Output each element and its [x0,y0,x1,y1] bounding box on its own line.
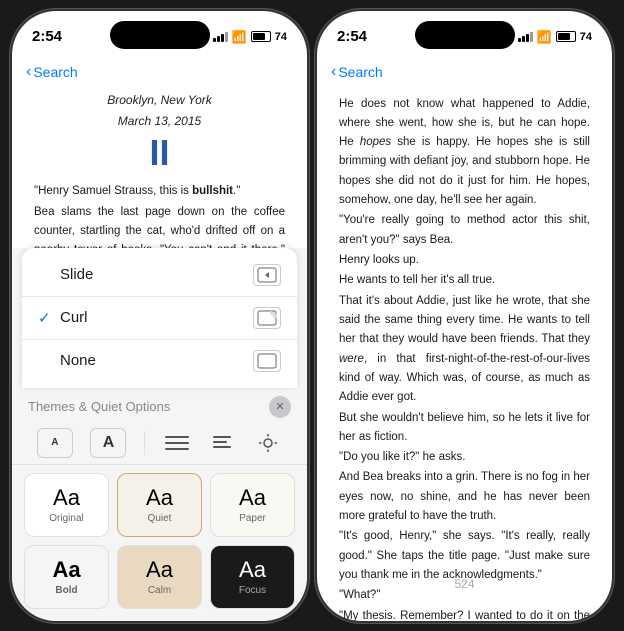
theme-paper-name: Paper [239,513,266,524]
back-button-right[interactable]: ‹ Search [331,63,383,81]
none-icon [253,350,281,372]
status-time-right: 2:54 [337,28,367,45]
r-para-4: He wants to tell her it's all true. [339,271,590,290]
para-1: "Henry Samuel Strauss, this is bullshit.… [34,182,285,201]
page-footer: 524 [317,577,612,591]
text-align-button[interactable] [208,431,236,455]
r-para-2: "You're really going to method actor thi… [339,211,590,250]
nav-bar-left: ‹ Search [12,55,307,91]
battery-level: 74 [275,31,287,43]
theme-paper[interactable]: Aa Paper [210,473,295,537]
right-phone: 2:54 📶 74 ‹ Search [317,11,612,621]
page-number: 524 [454,577,474,591]
themes-grid: Aa Original Aa Quiet Aa Paper Aa Bold Aa [12,465,307,621]
theme-original-name: Original [49,513,83,524]
theme-bold[interactable]: Aa Bold [24,545,109,609]
theme-focus-aa: Aa [239,557,266,583]
curl-icon [253,307,281,329]
signal-icon [213,32,228,42]
font-large-label: A [103,434,115,452]
book-content-right: He does not know what happened to Addie,… [317,91,612,621]
status-icons-right: 📶 74 [518,30,592,44]
theme-bold-name: Bold [55,585,77,596]
curl-label: Curl [60,309,253,326]
theme-bold-aa: Aa [52,557,80,583]
wifi-icon: 📶 [232,30,247,44]
battery-level-right: 74 [580,31,592,43]
bottom-panel: Slide ✓ Curl None [12,248,307,621]
theme-calm-name: Calm [148,585,171,596]
theme-quiet-aa: Aa [146,485,173,511]
none-label: None [60,352,253,369]
option-curl[interactable]: ✓ Curl [22,297,297,340]
themes-header: Themes & Quiet Options ✕ [12,388,307,422]
book-location: Brooklyn, New York [34,91,285,110]
left-phone: 2:54 📶 74 ‹ Search [12,11,307,621]
dynamic-island [110,21,210,49]
theme-original-aa: Aa [53,485,80,511]
book-date: March 13, 2015 [34,112,285,131]
dynamic-island-right [415,21,515,49]
font-controls: A A [12,422,307,465]
wifi-icon-right: 📶 [537,30,552,44]
r-para-5: That it's about Addie, just like he wrot… [339,292,590,408]
themes-label: Themes & Quiet Options [28,399,170,414]
theme-original[interactable]: Aa Original [24,473,109,537]
theme-calm-aa: Aa [146,557,173,583]
transition-menu: Slide ✓ Curl None [22,248,297,388]
option-none[interactable]: None [22,340,297,382]
back-button-left[interactable]: ‹ Search [26,63,78,81]
font-small-label: A [51,437,58,448]
r-para-3: Henry looks up. [339,251,590,270]
back-label-right: Search [338,64,382,80]
font-small-button[interactable]: A [37,428,73,458]
theme-quiet-name: Quiet [148,513,172,524]
status-icons-left: 📶 74 [213,30,287,44]
battery-icon-right [556,31,576,42]
signal-icon-right [518,32,533,42]
check-curl: ✓ [38,309,60,327]
font-divider-1 [144,431,145,455]
theme-paper-aa: Aa [239,485,266,511]
back-label-left: Search [33,64,77,80]
r-para-6: But she wouldn't believe him, so he lets… [339,409,590,448]
close-button[interactable]: ✕ [269,396,291,418]
status-time-left: 2:54 [32,28,62,45]
chevron-left-icon: ‹ [26,63,31,81]
nav-bar-right: ‹ Search [317,55,612,91]
r-para-11: "My thesis. Remember? I wanted to do it … [339,607,590,621]
battery-icon [251,31,271,42]
chevron-left-icon-right: ‹ [331,63,336,81]
theme-calm[interactable]: Aa Calm [117,545,202,609]
book-chapter: II [34,133,285,173]
r-para-1: He does not know what happened to Addie,… [339,95,590,211]
book-header: Brooklyn, New York March 13, 2015 II [34,91,285,173]
phones-container: 2:54 📶 74 ‹ Search [2,1,622,631]
r-para-8: And Bea breaks into a grin. There is no … [339,468,590,526]
option-slide[interactable]: Slide [22,254,297,297]
font-family-button[interactable] [163,431,191,455]
font-large-button[interactable]: A [90,428,126,458]
brightness-button[interactable] [254,431,282,455]
slide-icon [253,264,281,286]
r-para-7: "Do you like it?" he asks. [339,448,590,467]
theme-quiet[interactable]: Aa Quiet [117,473,202,537]
theme-focus-name: Focus [239,585,266,596]
theme-focus[interactable]: Aa Focus [210,545,295,609]
slide-label: Slide [60,266,253,283]
